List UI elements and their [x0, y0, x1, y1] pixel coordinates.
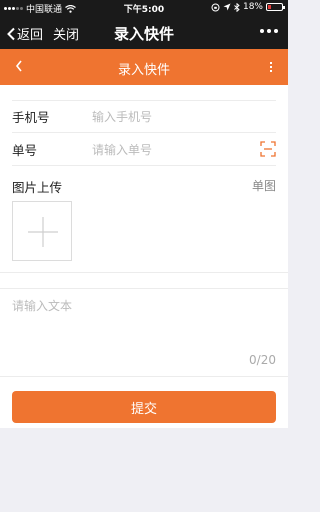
page-title: 录入快件	[117, 63, 170, 78]
phone-label: 手机号	[12, 110, 50, 125]
kebab-menu-icon[interactable]	[270, 62, 272, 72]
battery-percent: 18%	[242, 2, 263, 12]
order-row: 单号 请输入单号	[12, 133, 276, 166]
bluetooth-icon	[234, 2, 240, 12]
scan-icon[interactable]	[260, 141, 276, 157]
divider	[0, 288, 288, 289]
location-icon	[223, 3, 231, 11]
divider	[0, 272, 288, 273]
char-counter: 0/20	[249, 353, 276, 367]
lock-rotation-icon	[211, 3, 220, 11]
order-input[interactable]: 请输入单号	[92, 141, 152, 158]
upload-mode: 单图	[251, 179, 276, 193]
wechat-title: 录入快件	[113, 25, 174, 43]
more-icon[interactable]	[260, 29, 278, 33]
plus-icon	[28, 217, 58, 247]
divider	[0, 376, 288, 377]
submit-button[interactable]: 提交	[12, 391, 276, 423]
upload-label: 图片上传	[12, 180, 63, 195]
text-input[interactable]: 请输入文本	[12, 297, 276, 367]
status-bar: 中国联通 下午5:00 18%	[0, 0, 288, 15]
battery-icon	[266, 3, 285, 11]
phone-input[interactable]: 输入手机号	[92, 108, 152, 125]
phone-row: 手机号 输入手机号	[12, 100, 276, 133]
wechat-nav-bar: 返回 关闭 录入快件	[0, 15, 288, 49]
order-label: 单号	[12, 142, 38, 158]
page-header: 录入快件	[0, 49, 288, 85]
form-card: 手机号 输入手机号 单号 请输入单号 图片上传 单图 请输入文本 0/20 提交	[0, 85, 288, 428]
add-image-button[interactable]	[12, 201, 72, 261]
